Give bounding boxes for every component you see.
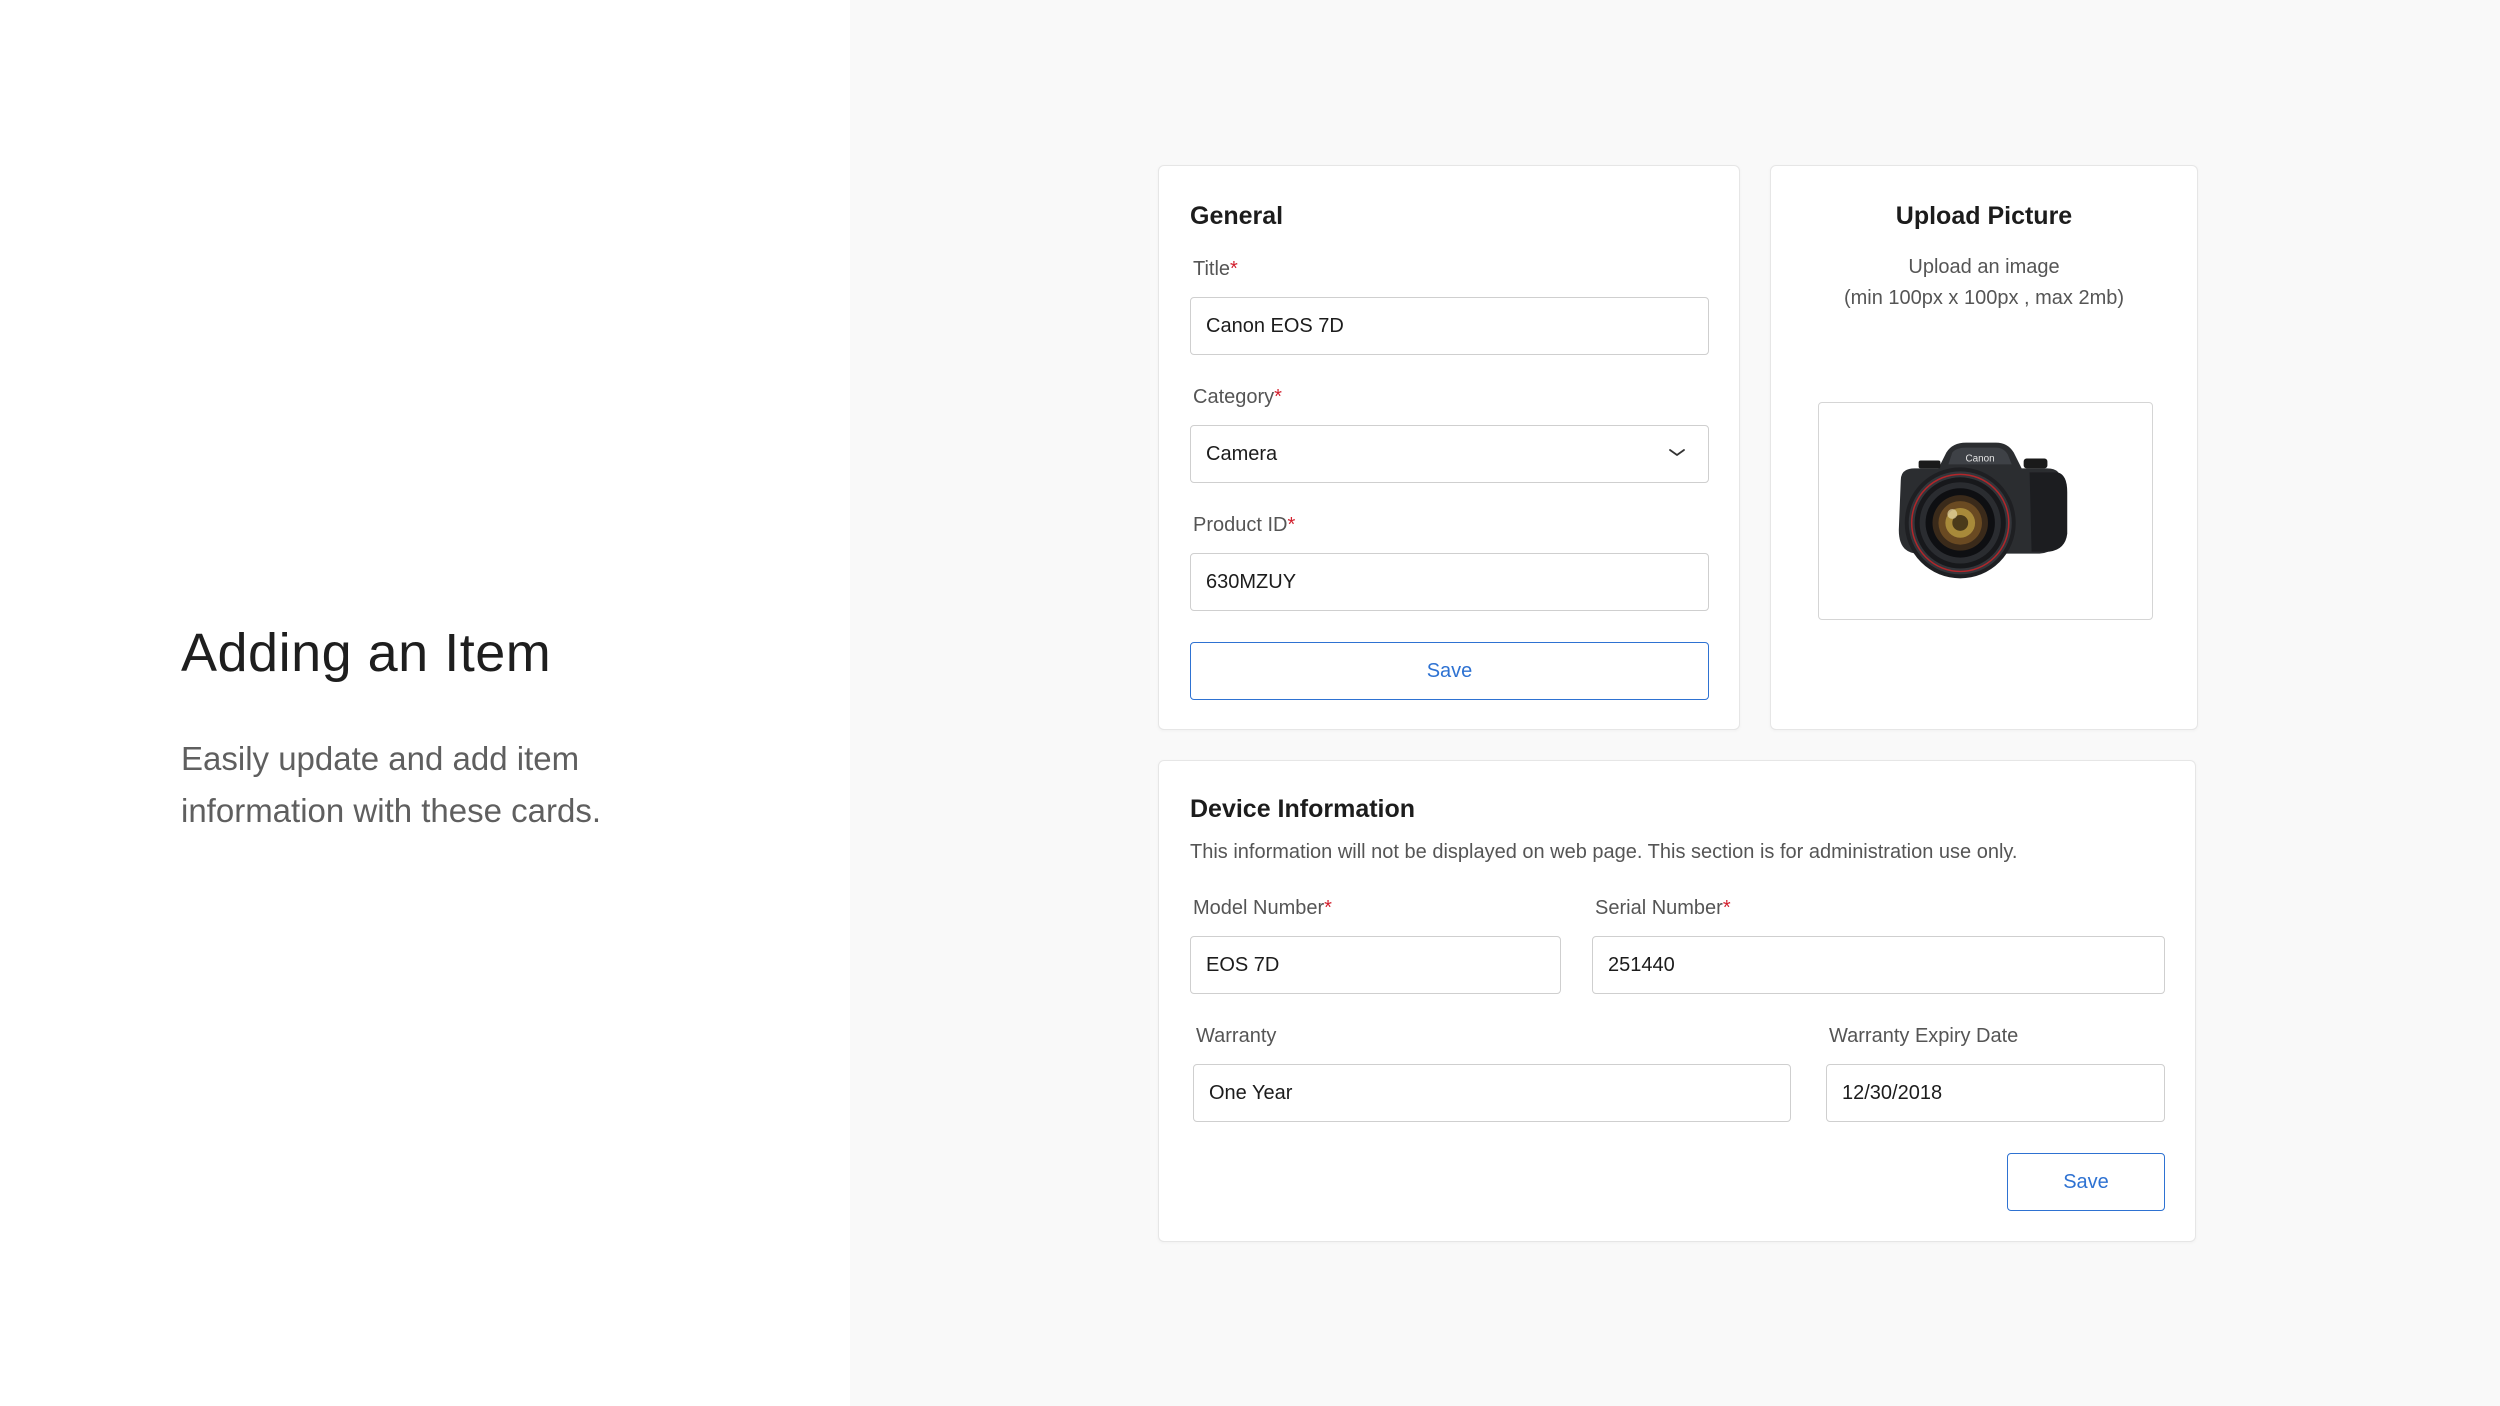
hero-subtitle: Easily update and add item information w… xyxy=(181,740,602,829)
product-id-label: Product ID* xyxy=(1193,514,1296,536)
warranty-expiry-input[interactable]: 12/30/2018 xyxy=(1826,1064,2165,1122)
upload-instructions: Upload an image xyxy=(1908,256,2060,278)
upload-size-limits: (min 100px x 100px , max 2mb) xyxy=(1843,287,2125,309)
device-card-title: Device Information xyxy=(1190,795,1416,823)
chevron-down-icon xyxy=(1669,449,1685,456)
model-number-label: Model Number* xyxy=(1193,897,1332,919)
required-mark: * xyxy=(1324,897,1332,919)
warranty-input[interactable]: One Year xyxy=(1193,1064,1791,1122)
image-preview[interactable]: Canon xyxy=(1818,402,2153,620)
general-save-button[interactable]: Save xyxy=(1190,642,1709,700)
camera-brand-text: Canon xyxy=(1965,453,1994,464)
upload-card: Upload Picture Upload an image (min 100p… xyxy=(1770,165,2198,730)
category-select[interactable]: Camera xyxy=(1190,425,1709,483)
warranty-expiry-label: Warranty Expiry Date xyxy=(1829,1025,2019,1047)
device-card-description: This information will not be displayed o… xyxy=(1190,841,2018,863)
required-mark: * xyxy=(1722,897,1731,919)
intro-panel: Adding an Item Easily update and add ite… xyxy=(0,0,850,1406)
hero-title: Adding an Item xyxy=(181,623,552,683)
category-label: Category* xyxy=(1193,386,1282,408)
general-card: General Title* Canon EOS 7D Category* Ca… xyxy=(1158,165,1740,730)
device-save-button[interactable]: Save xyxy=(2007,1153,2165,1211)
required-mark: * xyxy=(1230,258,1238,280)
serial-number-input[interactable]: 251440 xyxy=(1592,936,2165,994)
required-mark: * xyxy=(1274,386,1282,408)
general-card-title: General xyxy=(1190,202,1284,230)
serial-number-label: Serial Number* xyxy=(1595,897,1731,919)
warranty-label: Warranty xyxy=(1196,1025,1277,1047)
required-mark: * xyxy=(1287,514,1296,536)
device-info-card: Device Information This information will… xyxy=(1158,760,2196,1242)
camera-image: Canon xyxy=(1898,442,2068,579)
title-input[interactable]: Canon EOS 7D xyxy=(1190,297,1709,355)
upload-card-title: Upload Picture xyxy=(1895,202,2073,230)
product-id-input[interactable]: 630MZUY xyxy=(1190,553,1709,611)
model-number-input[interactable]: EOS 7D xyxy=(1190,936,1561,994)
title-label: Title* xyxy=(1193,258,1238,280)
